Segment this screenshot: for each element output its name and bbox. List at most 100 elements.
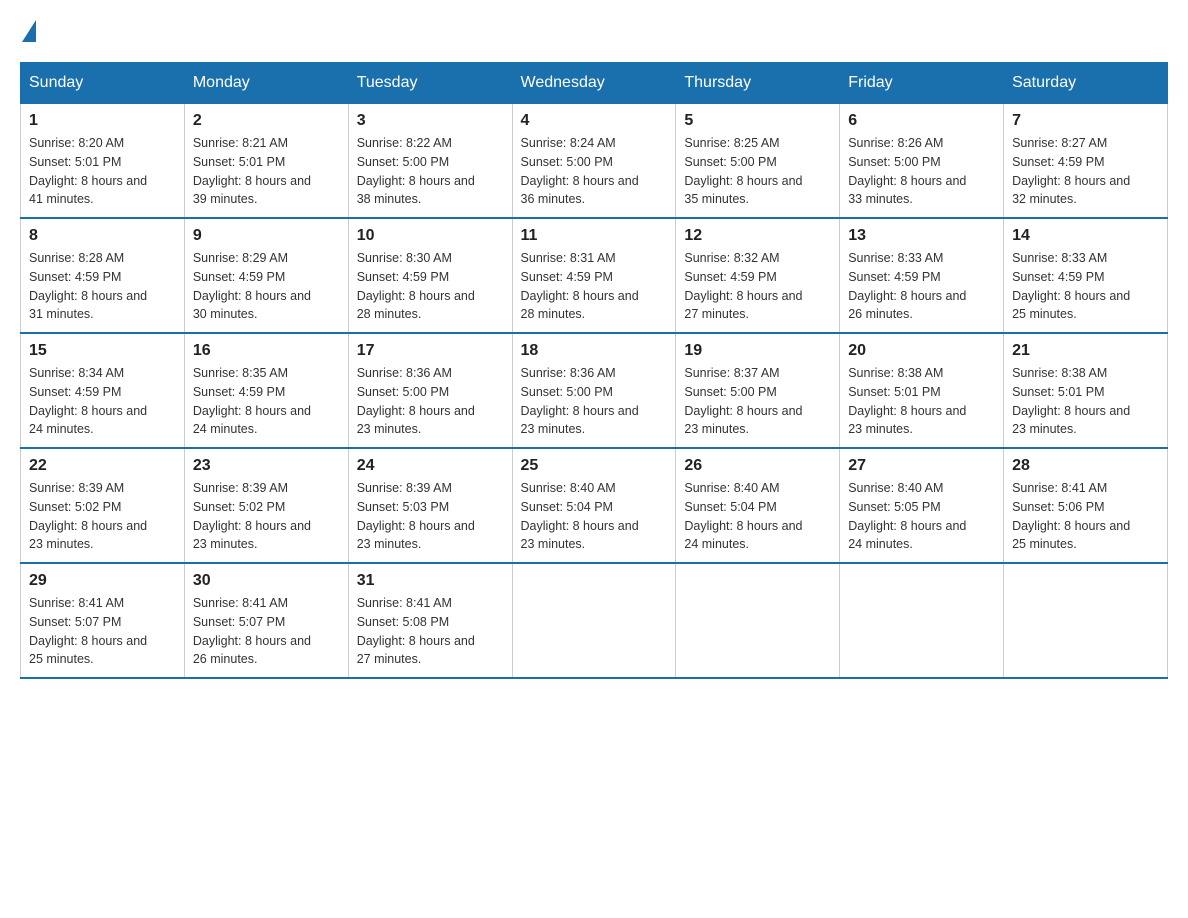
day-cell: 7 Sunrise: 8:27 AMSunset: 4:59 PMDayligh… bbox=[1004, 103, 1168, 218]
day-number: 20 bbox=[848, 342, 995, 360]
day-info: Sunrise: 8:34 AMSunset: 4:59 PMDaylight:… bbox=[29, 364, 176, 439]
col-header-friday: Friday bbox=[840, 63, 1004, 103]
header-row: SundayMondayTuesdayWednesdayThursdayFrid… bbox=[21, 63, 1168, 103]
day-number: 26 bbox=[684, 457, 831, 475]
col-header-thursday: Thursday bbox=[676, 63, 840, 103]
week-row-5: 29 Sunrise: 8:41 AMSunset: 5:07 PMDaylig… bbox=[21, 563, 1168, 678]
day-info: Sunrise: 8:21 AMSunset: 5:01 PMDaylight:… bbox=[193, 134, 340, 209]
day-number: 8 bbox=[29, 227, 176, 245]
day-cell: 17 Sunrise: 8:36 AMSunset: 5:00 PMDaylig… bbox=[348, 333, 512, 448]
day-cell: 24 Sunrise: 8:39 AMSunset: 5:03 PMDaylig… bbox=[348, 448, 512, 563]
day-number: 30 bbox=[193, 572, 340, 590]
day-info: Sunrise: 8:37 AMSunset: 5:00 PMDaylight:… bbox=[684, 364, 831, 439]
day-info: Sunrise: 8:27 AMSunset: 4:59 PMDaylight:… bbox=[1012, 134, 1159, 209]
week-row-3: 15 Sunrise: 8:34 AMSunset: 4:59 PMDaylig… bbox=[21, 333, 1168, 448]
day-cell: 27 Sunrise: 8:40 AMSunset: 5:05 PMDaylig… bbox=[840, 448, 1004, 563]
day-cell: 21 Sunrise: 8:38 AMSunset: 5:01 PMDaylig… bbox=[1004, 333, 1168, 448]
day-cell: 16 Sunrise: 8:35 AMSunset: 4:59 PMDaylig… bbox=[184, 333, 348, 448]
day-info: Sunrise: 8:32 AMSunset: 4:59 PMDaylight:… bbox=[684, 249, 831, 324]
day-cell bbox=[512, 563, 676, 678]
col-header-tuesday: Tuesday bbox=[348, 63, 512, 103]
day-number: 14 bbox=[1012, 227, 1159, 245]
day-cell: 11 Sunrise: 8:31 AMSunset: 4:59 PMDaylig… bbox=[512, 218, 676, 333]
day-info: Sunrise: 8:33 AMSunset: 4:59 PMDaylight:… bbox=[848, 249, 995, 324]
day-cell bbox=[840, 563, 1004, 678]
day-info: Sunrise: 8:20 AMSunset: 5:01 PMDaylight:… bbox=[29, 134, 176, 209]
day-cell: 6 Sunrise: 8:26 AMSunset: 5:00 PMDayligh… bbox=[840, 103, 1004, 218]
day-cell: 28 Sunrise: 8:41 AMSunset: 5:06 PMDaylig… bbox=[1004, 448, 1168, 563]
col-header-sunday: Sunday bbox=[21, 63, 185, 103]
day-cell: 9 Sunrise: 8:29 AMSunset: 4:59 PMDayligh… bbox=[184, 218, 348, 333]
day-number: 18 bbox=[521, 342, 668, 360]
day-info: Sunrise: 8:40 AMSunset: 5:04 PMDaylight:… bbox=[684, 479, 831, 554]
week-row-2: 8 Sunrise: 8:28 AMSunset: 4:59 PMDayligh… bbox=[21, 218, 1168, 333]
calendar-table: SundayMondayTuesdayWednesdayThursdayFrid… bbox=[20, 62, 1168, 679]
day-cell: 14 Sunrise: 8:33 AMSunset: 4:59 PMDaylig… bbox=[1004, 218, 1168, 333]
day-number: 5 bbox=[684, 112, 831, 130]
day-info: Sunrise: 8:22 AMSunset: 5:00 PMDaylight:… bbox=[357, 134, 504, 209]
day-cell: 3 Sunrise: 8:22 AMSunset: 5:00 PMDayligh… bbox=[348, 103, 512, 218]
day-number: 9 bbox=[193, 227, 340, 245]
day-number: 15 bbox=[29, 342, 176, 360]
day-cell: 1 Sunrise: 8:20 AMSunset: 5:01 PMDayligh… bbox=[21, 103, 185, 218]
day-info: Sunrise: 8:41 AMSunset: 5:08 PMDaylight:… bbox=[357, 594, 504, 669]
day-cell: 13 Sunrise: 8:33 AMSunset: 4:59 PMDaylig… bbox=[840, 218, 1004, 333]
day-cell: 12 Sunrise: 8:32 AMSunset: 4:59 PMDaylig… bbox=[676, 218, 840, 333]
day-number: 17 bbox=[357, 342, 504, 360]
day-number: 6 bbox=[848, 112, 995, 130]
day-cell: 15 Sunrise: 8:34 AMSunset: 4:59 PMDaylig… bbox=[21, 333, 185, 448]
day-number: 4 bbox=[521, 112, 668, 130]
day-cell: 19 Sunrise: 8:37 AMSunset: 5:00 PMDaylig… bbox=[676, 333, 840, 448]
day-number: 3 bbox=[357, 112, 504, 130]
day-info: Sunrise: 8:38 AMSunset: 5:01 PMDaylight:… bbox=[1012, 364, 1159, 439]
day-number: 28 bbox=[1012, 457, 1159, 475]
day-info: Sunrise: 8:40 AMSunset: 5:05 PMDaylight:… bbox=[848, 479, 995, 554]
day-info: Sunrise: 8:26 AMSunset: 5:00 PMDaylight:… bbox=[848, 134, 995, 209]
day-cell: 2 Sunrise: 8:21 AMSunset: 5:01 PMDayligh… bbox=[184, 103, 348, 218]
day-info: Sunrise: 8:41 AMSunset: 5:07 PMDaylight:… bbox=[29, 594, 176, 669]
day-info: Sunrise: 8:36 AMSunset: 5:00 PMDaylight:… bbox=[521, 364, 668, 439]
day-cell: 8 Sunrise: 8:28 AMSunset: 4:59 PMDayligh… bbox=[21, 218, 185, 333]
day-number: 22 bbox=[29, 457, 176, 475]
week-row-4: 22 Sunrise: 8:39 AMSunset: 5:02 PMDaylig… bbox=[21, 448, 1168, 563]
day-number: 31 bbox=[357, 572, 504, 590]
day-info: Sunrise: 8:33 AMSunset: 4:59 PMDaylight:… bbox=[1012, 249, 1159, 324]
day-cell bbox=[676, 563, 840, 678]
logo bbox=[20, 20, 38, 42]
day-number: 10 bbox=[357, 227, 504, 245]
day-cell: 29 Sunrise: 8:41 AMSunset: 5:07 PMDaylig… bbox=[21, 563, 185, 678]
day-cell: 23 Sunrise: 8:39 AMSunset: 5:02 PMDaylig… bbox=[184, 448, 348, 563]
col-header-saturday: Saturday bbox=[1004, 63, 1168, 103]
day-info: Sunrise: 8:35 AMSunset: 4:59 PMDaylight:… bbox=[193, 364, 340, 439]
day-number: 12 bbox=[684, 227, 831, 245]
day-number: 11 bbox=[521, 227, 668, 245]
day-number: 2 bbox=[193, 112, 340, 130]
day-info: Sunrise: 8:41 AMSunset: 5:06 PMDaylight:… bbox=[1012, 479, 1159, 554]
day-number: 7 bbox=[1012, 112, 1159, 130]
day-info: Sunrise: 8:39 AMSunset: 5:03 PMDaylight:… bbox=[357, 479, 504, 554]
day-cell: 30 Sunrise: 8:41 AMSunset: 5:07 PMDaylig… bbox=[184, 563, 348, 678]
day-number: 21 bbox=[1012, 342, 1159, 360]
day-info: Sunrise: 8:29 AMSunset: 4:59 PMDaylight:… bbox=[193, 249, 340, 324]
day-info: Sunrise: 8:31 AMSunset: 4:59 PMDaylight:… bbox=[521, 249, 668, 324]
week-row-1: 1 Sunrise: 8:20 AMSunset: 5:01 PMDayligh… bbox=[21, 103, 1168, 218]
day-info: Sunrise: 8:41 AMSunset: 5:07 PMDaylight:… bbox=[193, 594, 340, 669]
day-cell bbox=[1004, 563, 1168, 678]
day-info: Sunrise: 8:28 AMSunset: 4:59 PMDaylight:… bbox=[29, 249, 176, 324]
day-cell: 18 Sunrise: 8:36 AMSunset: 5:00 PMDaylig… bbox=[512, 333, 676, 448]
day-info: Sunrise: 8:30 AMSunset: 4:59 PMDaylight:… bbox=[357, 249, 504, 324]
day-number: 27 bbox=[848, 457, 995, 475]
day-cell: 22 Sunrise: 8:39 AMSunset: 5:02 PMDaylig… bbox=[21, 448, 185, 563]
day-info: Sunrise: 8:39 AMSunset: 5:02 PMDaylight:… bbox=[193, 479, 340, 554]
col-header-wednesday: Wednesday bbox=[512, 63, 676, 103]
day-number: 23 bbox=[193, 457, 340, 475]
col-header-monday: Monday bbox=[184, 63, 348, 103]
day-cell: 4 Sunrise: 8:24 AMSunset: 5:00 PMDayligh… bbox=[512, 103, 676, 218]
day-number: 16 bbox=[193, 342, 340, 360]
day-info: Sunrise: 8:38 AMSunset: 5:01 PMDaylight:… bbox=[848, 364, 995, 439]
day-cell: 25 Sunrise: 8:40 AMSunset: 5:04 PMDaylig… bbox=[512, 448, 676, 563]
day-info: Sunrise: 8:24 AMSunset: 5:00 PMDaylight:… bbox=[521, 134, 668, 209]
day-cell: 5 Sunrise: 8:25 AMSunset: 5:00 PMDayligh… bbox=[676, 103, 840, 218]
day-info: Sunrise: 8:39 AMSunset: 5:02 PMDaylight:… bbox=[29, 479, 176, 554]
day-cell: 20 Sunrise: 8:38 AMSunset: 5:01 PMDaylig… bbox=[840, 333, 1004, 448]
